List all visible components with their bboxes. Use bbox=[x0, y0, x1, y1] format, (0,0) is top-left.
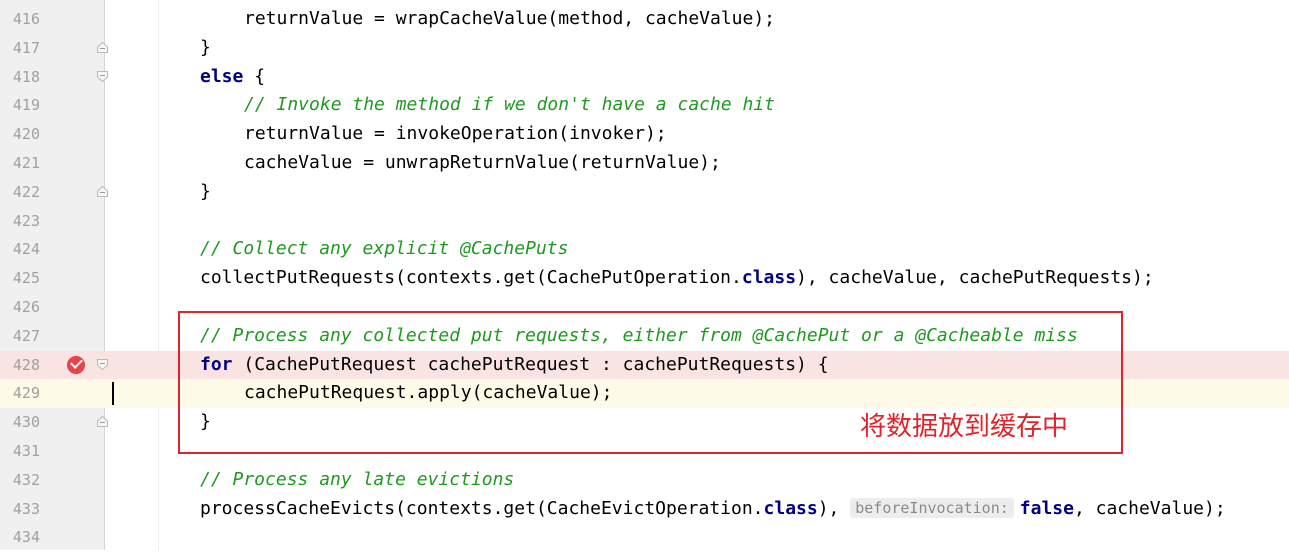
code-line[interactable]: 418 else { bbox=[0, 63, 1289, 92]
line-number[interactable]: 429 bbox=[0, 379, 40, 408]
code-token: returnValue = invokeOperation(invoker); bbox=[244, 123, 667, 145]
fold-end-icon[interactable] bbox=[97, 416, 108, 428]
fold-end-icon[interactable] bbox=[97, 41, 108, 53]
line-number[interactable]: 419 bbox=[0, 91, 40, 120]
line-number[interactable]: 424 bbox=[0, 235, 40, 264]
parameter-hint: beforeInvocation: bbox=[850, 497, 1014, 518]
code-line[interactable]: 424 // Collect any explicit @CachePuts bbox=[0, 235, 1289, 264]
code-text[interactable]: // Collect any explicit @CachePuts bbox=[200, 235, 568, 264]
fold-start-icon[interactable] bbox=[97, 358, 108, 370]
line-number[interactable]: 428 bbox=[0, 351, 40, 380]
comment: // Process any late evictions bbox=[200, 468, 515, 490]
keyword: class bbox=[763, 497, 818, 519]
code-line[interactable]: 421 cacheValue = unwrapReturnValue(return… bbox=[0, 149, 1289, 178]
code-line[interactable]: 425 collectPutRequests(contexts.get(Cache… bbox=[0, 264, 1289, 293]
code-text[interactable]: } bbox=[200, 178, 211, 207]
code-text[interactable]: // Process any late evictions bbox=[200, 466, 514, 495]
code-text[interactable]: processCacheEvicts(contexts.get(CacheEvi… bbox=[200, 495, 1226, 524]
code-line[interactable]: 433 processCacheEvicts(contexts.get(Cache… bbox=[0, 495, 1289, 524]
line-number[interactable]: 416 bbox=[0, 5, 40, 34]
code-token: ), cacheValue, cachePutRequests); bbox=[796, 267, 1154, 289]
code-text[interactable]: returnValue = wrapCacheValue(method, cac… bbox=[244, 5, 775, 34]
line-number[interactable]: 431 bbox=[0, 437, 40, 466]
code-token: ), bbox=[817, 497, 851, 519]
code-text[interactable]: collectPutRequests(contexts.get(CachePut… bbox=[200, 264, 1154, 293]
code-text[interactable]: returnValue = invokeOperation(invoker); bbox=[244, 120, 667, 149]
code-token: } bbox=[200, 36, 211, 58]
code-text[interactable]: else { bbox=[200, 63, 265, 92]
line-number[interactable]: 422 bbox=[0, 178, 40, 207]
code-text[interactable]: } bbox=[200, 34, 211, 63]
comment: // Invoke the method if we don't have a … bbox=[244, 94, 776, 116]
line-number[interactable]: 427 bbox=[0, 322, 40, 351]
code-text[interactable]: // Invoke the method if we don't have a … bbox=[244, 91, 775, 120]
line-number[interactable]: 432 bbox=[0, 466, 40, 495]
line-number[interactable]: 423 bbox=[0, 207, 40, 236]
breakpoint-icon[interactable] bbox=[67, 355, 85, 374]
annotation-label: 将数据放到缓存中 bbox=[860, 412, 1069, 442]
line-number[interactable]: 425 bbox=[0, 264, 40, 293]
code-token: collectPutRequests(contexts.get(CachePut… bbox=[200, 267, 742, 289]
line-number[interactable]: 417 bbox=[0, 34, 40, 63]
code-text[interactable]: cacheValue = unwrapReturnValue(returnVal… bbox=[244, 149, 721, 178]
fold-end-icon[interactable] bbox=[97, 185, 108, 197]
code-line[interactable]: 417} bbox=[0, 34, 1289, 63]
code-token: { bbox=[243, 65, 266, 87]
text-caret bbox=[112, 382, 114, 406]
line-number[interactable]: 421 bbox=[0, 149, 40, 178]
code-line[interactable]: 422} bbox=[0, 178, 1289, 207]
code-line[interactable]: 419 // Invoke the method if we don't have… bbox=[0, 91, 1289, 120]
keyword: false bbox=[1019, 497, 1074, 519]
code-line[interactable]: 434 bbox=[0, 523, 1289, 552]
keyword: else bbox=[200, 65, 244, 87]
code-line[interactable]: 432 // Process any late evictions bbox=[0, 466, 1289, 495]
code-token: cacheValue = unwrapReturnValue(returnVal… bbox=[244, 152, 721, 173]
fold-start-icon[interactable] bbox=[97, 70, 108, 82]
code-token: returnValue = wrapCacheValue(method, cac… bbox=[244, 8, 776, 29]
code-line[interactable]: 423 bbox=[0, 207, 1289, 236]
line-number[interactable]: 433 bbox=[0, 495, 40, 524]
code-token: processCacheEvicts(contexts.get(CacheEvi… bbox=[200, 497, 764, 519]
line-number[interactable]: 426 bbox=[0, 293, 40, 322]
line-number[interactable]: 434 bbox=[0, 523, 40, 552]
keyword: class bbox=[741, 267, 797, 289]
checkmark-icon bbox=[70, 355, 83, 369]
code-line[interactable]: 420 returnValue = invokeOperation(invoker… bbox=[0, 120, 1289, 149]
code-line[interactable]: 416 returnValue = wrapCacheValue(method, … bbox=[0, 5, 1289, 34]
line-number[interactable]: 430 bbox=[0, 408, 40, 437]
comment: // Collect any explicit @CachePuts bbox=[200, 238, 569, 260]
code-token: , cacheValue); bbox=[1073, 497, 1226, 519]
line-number[interactable]: 418 bbox=[0, 63, 40, 92]
line-number[interactable]: 420 bbox=[0, 120, 40, 149]
code-token: } bbox=[200, 180, 211, 202]
